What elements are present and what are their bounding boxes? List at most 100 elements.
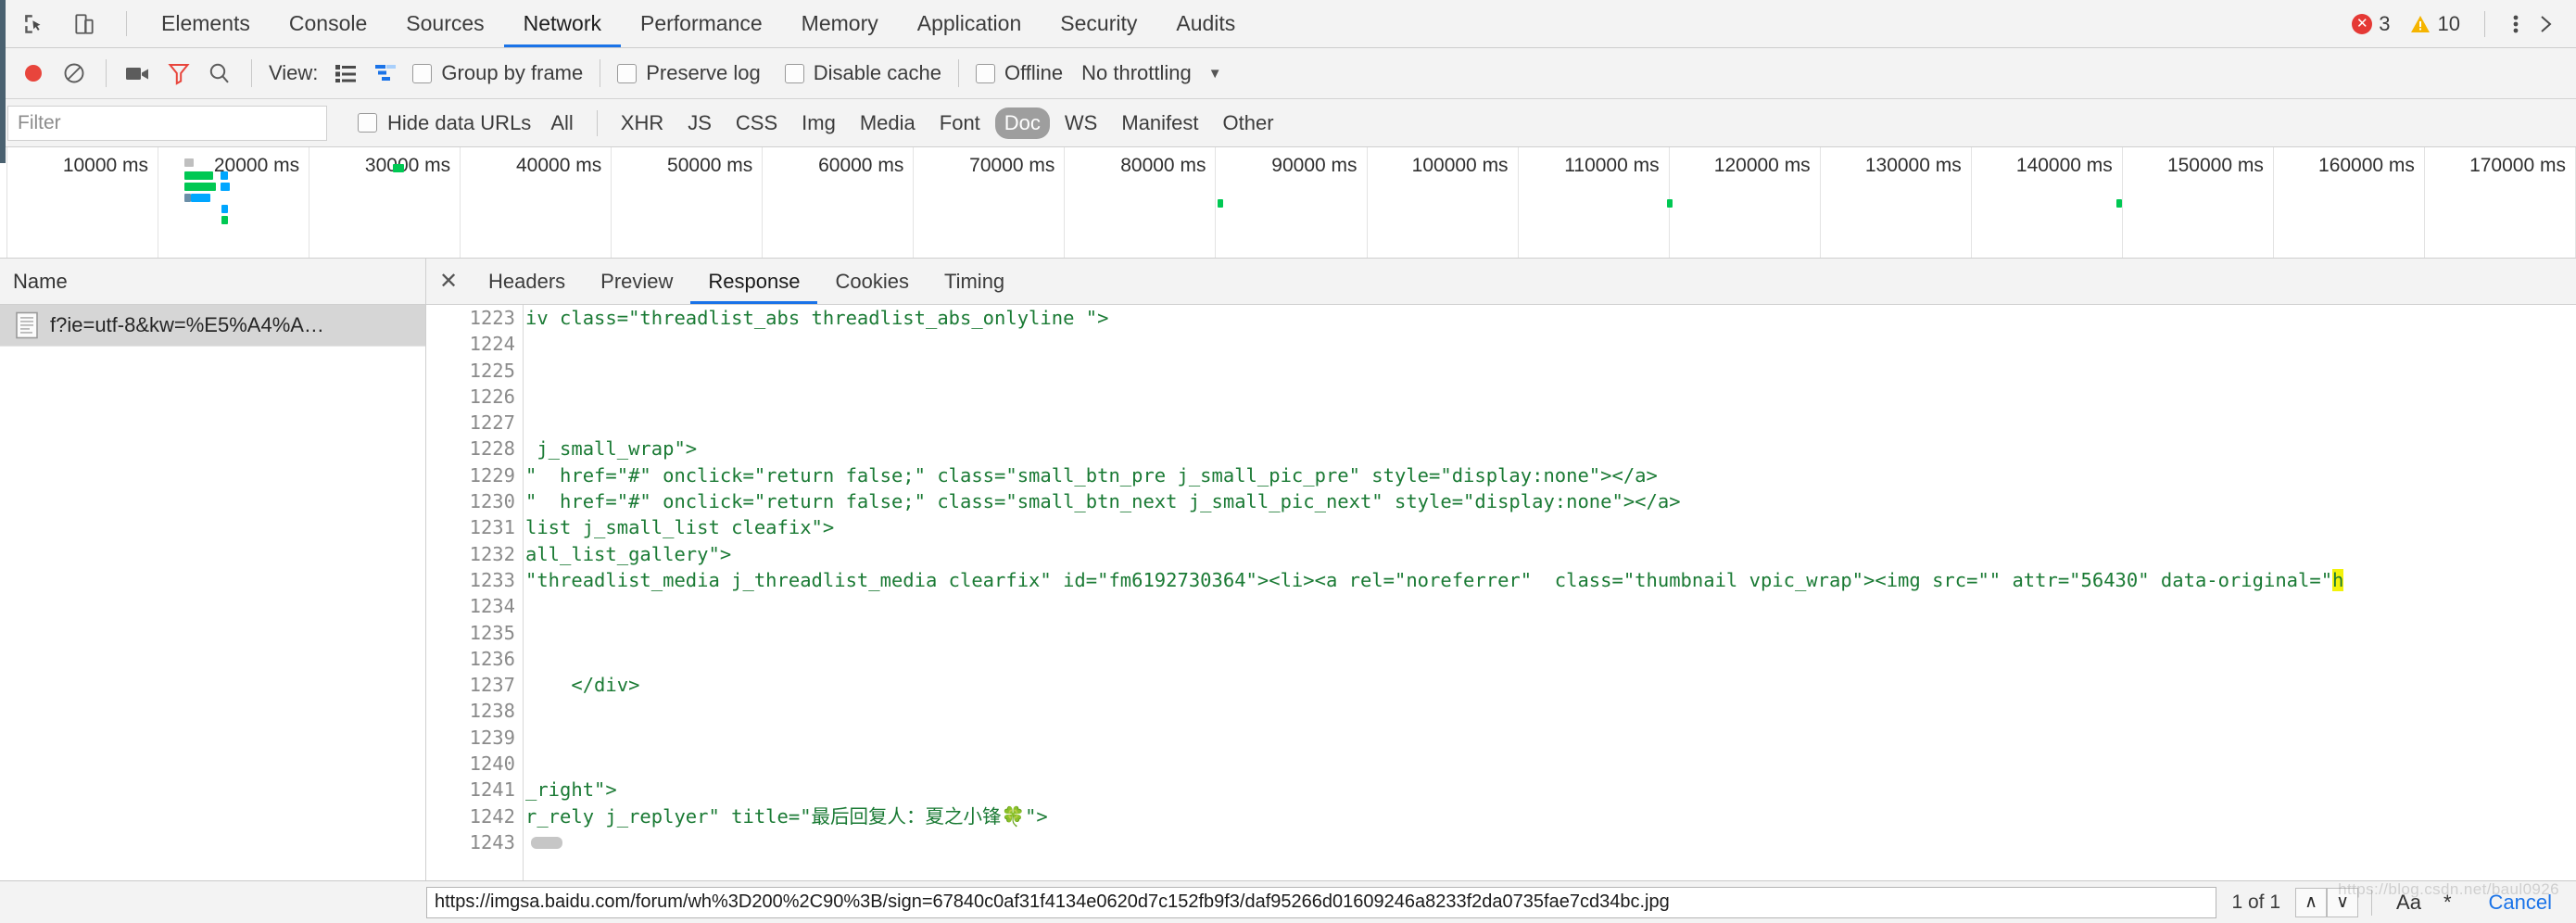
disable-cache-label: Disable cache [813, 61, 941, 84]
regex-button[interactable]: * [2432, 891, 2463, 915]
response-source-view[interactable]: 1223 1224 1225 1226 1227 1228 1229 1230 1231 1232… [426, 305, 2576, 880]
record-button-icon[interactable] [13, 53, 54, 94]
overview-request-bar [184, 171, 213, 180]
overview-tick-label: 90000 ms [1271, 155, 1357, 176]
close-icon[interactable]: ✕ [426, 259, 471, 304]
tab-sources[interactable]: Sources [386, 0, 503, 47]
request-name: f?ie=utf-8&kw=%E5%A4%A… [50, 313, 324, 336]
code-line: iv class="threadlist_abs threadlist_abs_… [525, 307, 1109, 329]
overview-tick-label: 60000 ms [818, 155, 904, 176]
search-input[interactable] [426, 886, 2217, 918]
checkbox-box [412, 63, 433, 83]
preserve-log-checkbox[interactable]: Preserve log [612, 61, 766, 85]
filter-type-all[interactable]: All [541, 107, 582, 139]
filter-type-manifest[interactable]: Manifest [1112, 107, 1207, 139]
tab-elements[interactable]: Elements [142, 0, 270, 47]
kebab-menu-icon[interactable] [2500, 8, 2532, 40]
view-label: View: [269, 61, 319, 84]
chevron-down-icon[interactable]: ▼ [1208, 66, 1222, 82]
tab-application[interactable]: Application [898, 0, 1042, 47]
warning-count-button[interactable]: 10 [2400, 12, 2469, 36]
horizontal-scrollbar-thumb[interactable] [531, 837, 562, 850]
network-filter-bar: Hide data URLs All XHR JS CSS Img Media … [0, 99, 2576, 147]
filter-type-font[interactable]: Font [930, 107, 990, 139]
offline-checkbox[interactable]: Offline [970, 61, 1068, 85]
filter-type-img[interactable]: Img [792, 107, 845, 139]
tab-audits[interactable]: Audits [1156, 0, 1255, 47]
list-view-icon[interactable] [325, 53, 366, 94]
chevron-down-icon[interactable]: ∨ [2327, 887, 2359, 917]
filter-type-css[interactable]: CSS [726, 107, 787, 139]
search-highlight: h [2332, 568, 2344, 591]
overview-tick-cell: 160000 ms [2274, 147, 2425, 258]
tab-response[interactable]: Response [690, 259, 818, 304]
inspect-element-icon[interactable] [17, 6, 52, 42]
status-divider [2484, 10, 2485, 37]
overview-request-bar [184, 183, 216, 191]
tab-timing[interactable]: Timing [927, 259, 1022, 304]
tab-console[interactable]: Console [270, 0, 386, 47]
tab-network[interactable]: Network [503, 0, 622, 47]
overview-tick-label: 30000 ms [364, 155, 451, 176]
chevron-up-icon[interactable]: ∧ [2295, 887, 2328, 917]
requests-column-header[interactable]: Name [0, 259, 425, 305]
filter-type-other[interactable]: Other [1214, 107, 1283, 139]
response-code-content[interactable]: iv class="threadlist_abs threadlist_abs_… [524, 305, 2576, 880]
camera-icon[interactable] [118, 53, 158, 94]
disable-cache-checkbox[interactable]: Disable cache [779, 61, 947, 85]
devtools-status-area: ✕ 3 10 [2342, 0, 2576, 47]
close-devtools-icon[interactable] [2532, 8, 2563, 40]
throttling-select[interactable]: No throttling [1081, 61, 1192, 85]
error-count-button[interactable]: ✕ 3 [2342, 12, 2399, 36]
filter-input[interactable] [7, 105, 327, 141]
tab-sources-label: Sources [406, 11, 485, 35]
line-number: 1242 [469, 804, 515, 828]
tab-performance[interactable]: Performance [621, 0, 782, 47]
match-case-button[interactable]: Aa [2385, 891, 2432, 915]
hide-data-urls-label: Hide data URLs [387, 110, 532, 134]
tab-elements-label: Elements [161, 11, 250, 35]
tab-headers[interactable]: Headers [471, 259, 583, 304]
code-line: "threadlist_media j_threadlist_media cle… [525, 568, 2344, 591]
search-divider [2371, 889, 2373, 916]
line-number: 1241 [469, 778, 515, 802]
hide-data-urls-checkbox[interactable]: Hide data URLs [358, 111, 531, 135]
code-line: </div> [525, 674, 640, 697]
devtools-main-tabbar: Elements Console Sources Network Perform… [0, 0, 2576, 48]
filter-type-ws[interactable]: WS [1055, 107, 1106, 139]
warning-triangle-icon [2409, 14, 2431, 34]
tab-cookies[interactable]: Cookies [817, 259, 926, 304]
overview-tick-label: 150000 ms [2166, 155, 2264, 176]
tab-preview[interactable]: Preview [583, 259, 690, 304]
filter-type-doc[interactable]: Doc [994, 107, 1050, 139]
line-number: 1224 [469, 333, 515, 356]
toolbar-divider [106, 59, 107, 87]
overview-tick-cell: 90000 ms [1216, 147, 1368, 258]
cancel-button[interactable]: Cancel [2463, 891, 2567, 915]
filter-type-js[interactable]: JS [678, 107, 721, 139]
overview-tick-cell: 70000 ms [914, 147, 1066, 258]
tab-security[interactable]: Security [1041, 0, 1156, 47]
table-row[interactable]: f?ie=utf-8&kw=%E5%A4%A… [0, 305, 425, 347]
clear-requests-icon[interactable] [54, 53, 95, 94]
waterfall-view-icon[interactable] [366, 53, 407, 94]
filter-type-xhr[interactable]: XHR [612, 107, 673, 139]
device-toolbar-icon[interactable] [67, 6, 102, 42]
network-body: Name f?ie=utf-8&kw=%E5%A4%A… ✕ Headers P… [0, 259, 2576, 880]
filter-type-media[interactable]: Media [851, 107, 925, 139]
network-overview-timeline[interactable]: 10000 ms 20000 ms 30000 ms 40000 ms 50000 ms… [0, 147, 2576, 259]
devtools-left-icons [0, 0, 142, 47]
column-header-name-label: Name [13, 269, 68, 293]
magnifier-search-icon[interactable] [199, 53, 240, 94]
group-by-frame-checkbox[interactable]: Group by frame [407, 61, 588, 85]
funnel-filter-icon[interactable] [158, 53, 199, 94]
source-search-bar: 1 of 1 ∧ ∨ Aa * Cancel [0, 880, 2576, 923]
offline-label: Offline [1004, 61, 1064, 84]
overview-tick-cell: 110000 ms [1519, 147, 1670, 258]
overview-tick-cell: 20000 ms [158, 147, 310, 258]
tab-memory[interactable]: Memory [782, 0, 898, 47]
line-number: 1225 [469, 359, 515, 382]
